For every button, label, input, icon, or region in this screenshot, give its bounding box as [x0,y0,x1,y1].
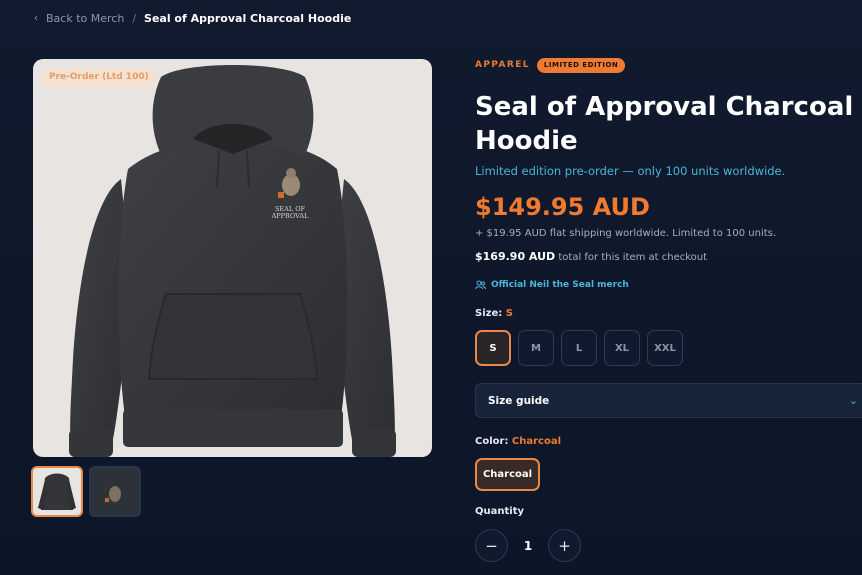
plus-icon: + [558,536,571,555]
emblem-text-2: APPROVAL [271,212,309,220]
minus-icon: − [485,536,498,555]
breadcrumb: ‹ Back to Merch / Seal of Approval Charc… [34,10,351,26]
back-link-label: Back to Merch [46,11,125,25]
total-line: $169.90 AUD total for this item at check… [475,250,862,263]
product-details: APPAREL LIMITED EDITION Seal of Approval… [475,57,862,562]
size-guide-toggle[interactable]: Size guide ⌄ [475,383,862,418]
limited-edition-badge: LIMITED EDITION [536,57,626,73]
size-option-m[interactable]: M [518,330,554,366]
product-price: $149.95 AUD [475,193,650,221]
seal-closeup-thumbnail-icon [91,468,139,515]
thumbnail-1[interactable] [31,466,83,517]
quantity-label: Quantity [475,506,524,517]
product-title: Seal of Approval Charcoal Hoodie [475,92,854,156]
shipping-note: + $19.95 AUD flat shipping worldwide. Li… [475,228,777,239]
official-merch-label: Official Neil the Seal merch [491,280,629,290]
size-option-l[interactable]: L [561,330,597,366]
official-merch-link[interactable]: Official Neil the Seal merch [475,280,862,290]
quantity-value[interactable]: 1 [508,539,548,553]
users-icon [475,280,486,290]
product-subtitle: Limited edition pre-order — only 100 uni… [475,164,786,178]
category-label[interactable]: APPAREL [475,60,530,70]
color-option-charcoal[interactable]: Charcoal [475,458,540,491]
quantity-increase-button[interactable]: + [548,529,581,562]
size-selected: S [505,308,513,319]
hoodie-thumbnail-icon [38,473,76,510]
size-guide-label: Size guide [488,394,550,407]
back-link[interactable]: ‹ Back to Merch [34,12,124,25]
size-label: Size: S [475,308,862,319]
thumbnail-strip [31,466,141,517]
color-selected: Charcoal [511,436,562,447]
size-option-xl[interactable]: XL [604,330,640,366]
size-label-text: Size: [475,308,503,319]
color-label: Color: Charcoal [475,436,862,447]
total-amount: $169.90 AUD [475,250,556,263]
quantity-stepper: − 1 + [475,529,862,562]
chevron-left-icon: ‹ [34,12,38,24]
breadcrumb-current: Seal of Approval Charcoal Hoodie [144,11,352,25]
size-option-s[interactable]: S [475,330,511,366]
size-options: S M L XL XXL [475,330,862,366]
thumbnail-2[interactable] [89,466,141,517]
preorder-badge: Pre-Order (Ltd 100) [41,68,157,87]
total-suffix: total for this item at checkout [558,252,708,263]
breadcrumb-separator: / [132,11,137,25]
hoodie-image: SEAL OF APPROVAL [69,65,396,457]
product-main-image[interactable]: SEAL OF APPROVAL Pre-Order (Ltd 100) [33,59,432,457]
chevron-down-icon: ⌄ [848,394,858,407]
quantity-decrease-button[interactable]: − [475,529,508,562]
size-option-xxl[interactable]: XXL [647,330,683,366]
color-label-text: Color: [475,436,509,447]
